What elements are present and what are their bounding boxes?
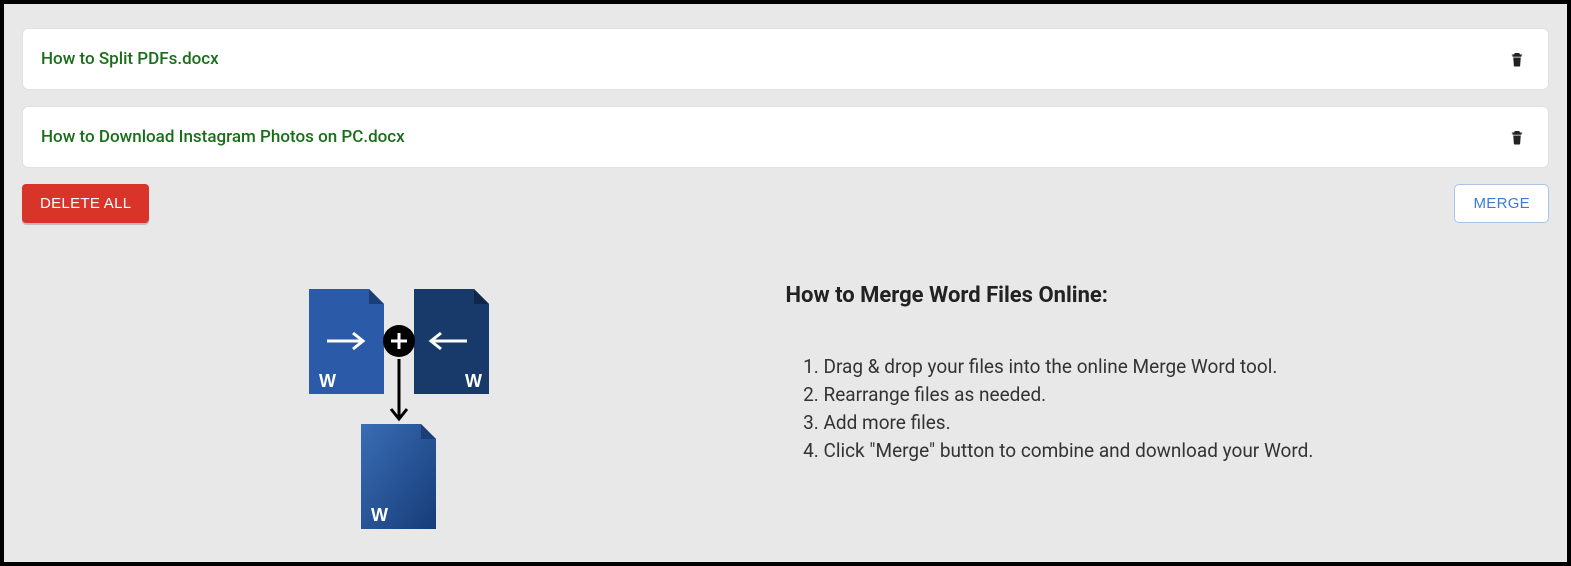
- merge-word-illustration-svg: W W: [299, 289, 509, 549]
- delete-all-button[interactable]: DELETE ALL: [22, 184, 149, 223]
- file-name: How to Split PDFs.docx: [41, 49, 219, 69]
- info-title: How to Merge Word Files Online:: [786, 283, 1550, 308]
- file-label: W: [371, 505, 388, 525]
- info-step: Rearrange files as needed.: [824, 382, 1550, 409]
- file-label: W: [465, 371, 482, 391]
- info-step: Click "Merge" button to combine and down…: [824, 438, 1550, 465]
- file-row[interactable]: How to Split PDFs.docx: [22, 28, 1549, 90]
- file-name: How to Download Instagram Photos on PC.d…: [41, 127, 405, 147]
- info-section: W W: [22, 283, 1549, 549]
- merge-button[interactable]: MERGE: [1454, 184, 1549, 223]
- info-step: Add more files.: [824, 410, 1550, 437]
- actions-row: DELETE ALL MERGE: [22, 184, 1549, 223]
- info-steps-list: Drag & drop your files into the online M…: [786, 354, 1550, 465]
- delete-file-button[interactable]: [1504, 45, 1530, 73]
- file-label: W: [319, 371, 336, 391]
- info-step: Drag & drop your files into the online M…: [824, 354, 1550, 381]
- merge-illustration: W W: [22, 283, 786, 549]
- trash-icon: [1508, 127, 1526, 147]
- info-text: How to Merge Word Files Online: Drag & d…: [786, 283, 1550, 549]
- file-row[interactable]: How to Download Instagram Photos on PC.d…: [22, 106, 1549, 168]
- trash-icon: [1508, 49, 1526, 69]
- delete-file-button[interactable]: [1504, 123, 1530, 151]
